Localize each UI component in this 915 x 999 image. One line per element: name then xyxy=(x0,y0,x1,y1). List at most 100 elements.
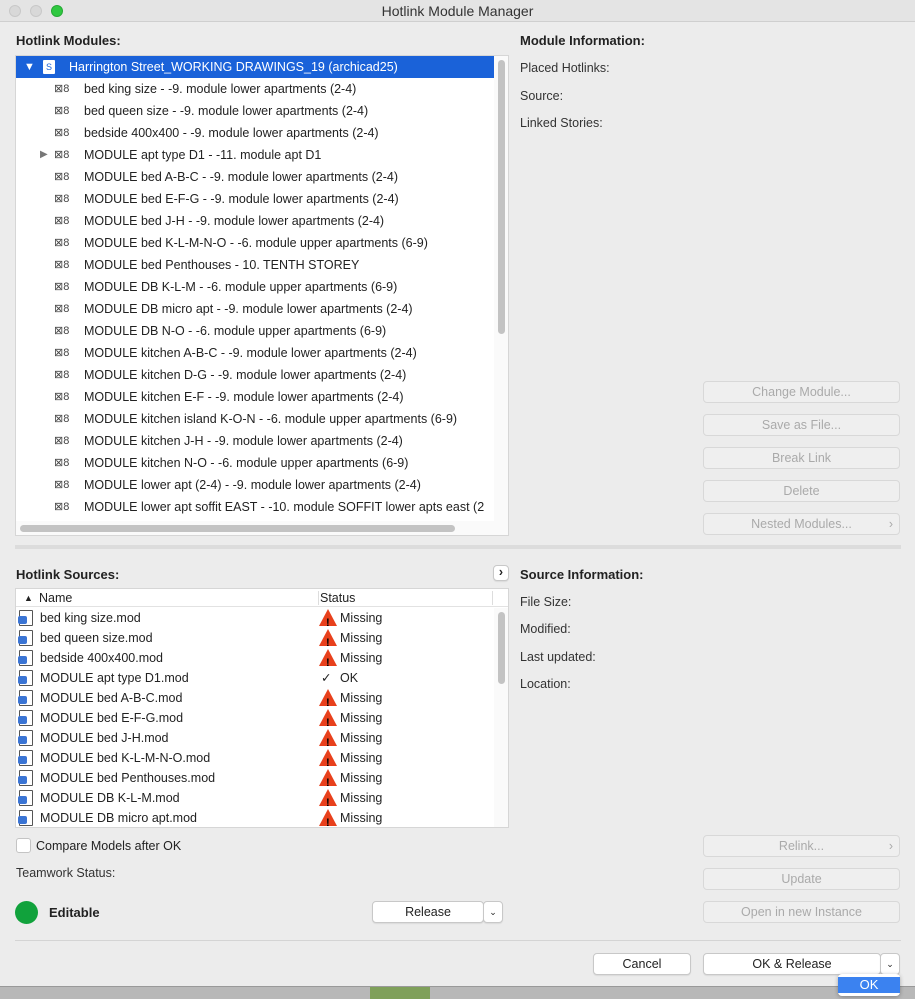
change-module-button[interactable]: Change Module... xyxy=(703,381,900,403)
module-item[interactable]: ⊠8 MODULE lower apt (2-4) - -9. module lo… xyxy=(16,474,494,496)
source-row[interactable]: bed queen size.mod! Missing xyxy=(16,628,494,649)
ok-menu-button[interactable]: ⌄ xyxy=(880,953,900,975)
module-icon: ⊠8 xyxy=(54,325,70,337)
ok-release-button[interactable]: OK & Release xyxy=(703,953,881,975)
cancel-button[interactable]: Cancel xyxy=(593,953,691,975)
horizontal-scrollbar[interactable] xyxy=(16,521,508,535)
divider xyxy=(15,940,901,941)
module-icon: ⊠8 xyxy=(54,105,70,117)
relink-button[interactable]: Relink... › xyxy=(703,835,900,857)
module-item[interactable]: ⊠8 bed king size - -9. module lower apart… xyxy=(16,78,494,100)
column-name[interactable]: Name xyxy=(39,589,72,607)
module-icon: ⊠8 xyxy=(54,83,70,95)
table-header: ▲ Name Status xyxy=(16,589,508,607)
window-title: Hotlink Module Manager xyxy=(381,3,534,19)
last-updated-label: Last updated: xyxy=(520,650,596,664)
chevron-right-icon: › xyxy=(888,517,893,531)
source-row[interactable]: bedside 400x400.mod! Missing xyxy=(16,648,494,669)
module-icon: ⊠8 xyxy=(54,281,70,293)
module-item[interactable]: ⊠8 MODULE kitchen E-F - -9. module lower … xyxy=(16,386,494,408)
module-icon: ⊠8 xyxy=(54,479,70,491)
source-row[interactable]: MODULE DB micro apt.mod! Missing xyxy=(16,808,494,827)
chevron-down-icon: ⌄ xyxy=(489,907,497,917)
release-button[interactable]: Release xyxy=(372,901,484,923)
module-icon: ⊠8 xyxy=(54,193,70,205)
module-item[interactable]: ⊠8 bed queen size - -9. module lower apar… xyxy=(16,100,494,122)
source-row[interactable]: MODULE apt type D1.mod ✓ OK xyxy=(16,668,494,688)
module-icon: ⊠8 xyxy=(54,369,70,381)
module-label: bed queen size - -9. module lower apartm… xyxy=(84,104,369,118)
warning-icon: ! xyxy=(319,709,337,729)
source-row[interactable]: MODULE bed E-F-G.mod! Missing xyxy=(16,708,494,729)
module-icon: ⊠8 xyxy=(54,259,70,271)
module-item[interactable]: ▶ ⊠8 MODULE apt type D1 - -11. module apt … xyxy=(16,144,494,166)
splitter[interactable] xyxy=(15,545,901,549)
release-menu-button[interactable]: ⌄ xyxy=(483,901,503,923)
sources-scrollbar[interactable] xyxy=(494,608,508,827)
save-as-file-button[interactable]: Save as File... xyxy=(703,414,900,436)
module-item[interactable]: ⊠8 MODULE DB micro apt - -9. module lower… xyxy=(16,298,494,320)
module-item[interactable]: ⊠8 MODULE lower apt soffit EAST - -10. mo… xyxy=(16,496,494,518)
project-file-icon: S xyxy=(43,60,55,74)
source-row[interactable]: MODULE bed A-B-C.mod! Missing xyxy=(16,688,494,709)
module-item[interactable]: ⊠8 MODULE bed A-B-C - -9. module lower ap… xyxy=(16,166,494,188)
warning-icon: ! xyxy=(319,769,337,789)
source-name: MODULE DB K-L-M.mod xyxy=(40,791,180,805)
delete-button[interactable]: Delete xyxy=(703,480,900,502)
module-item[interactable]: ⊠8 MODULE kitchen D-G - -9. module lower … xyxy=(16,364,494,386)
module-item[interactable]: ⊠8 MODULE kitchen island K-O-N - -6. modu… xyxy=(16,408,494,430)
source-row[interactable]: MODULE bed K-L-M-N-O.mod! Missing xyxy=(16,748,494,769)
source-info-title: Source Information: xyxy=(520,567,644,582)
module-label: MODULE kitchen N-O - -6. module upper ap… xyxy=(84,456,409,470)
source-row[interactable]: MODULE bed Penthouses.mod! Missing xyxy=(16,768,494,789)
module-item[interactable]: ⊠8 MODULE bed K-L-M-N-O - -6. module uppe… xyxy=(16,232,494,254)
source-name: bedside 400x400.mod xyxy=(40,651,164,665)
module-item[interactable]: ⊠8 MODULE bed Penthouses - 10. TENTH STOR… xyxy=(16,254,494,276)
update-button[interactable]: Update xyxy=(703,868,900,890)
expand-sources-button[interactable]: › xyxy=(493,565,509,581)
source-name: MODULE bed A-B-C.mod xyxy=(40,691,183,705)
module-item[interactable]: ⊠8 MODULE kitchen J-H - -9. module lower … xyxy=(16,430,494,452)
popup-ok-item[interactable]: OK xyxy=(838,977,900,993)
module-label: MODULE DB N-O - -6. module upper apartme… xyxy=(84,324,387,338)
dialog-window: Hotlink Module Manager Hotlink Modules: … xyxy=(0,0,915,987)
warning-icon: ! xyxy=(319,609,337,629)
module-item[interactable]: ⊠8 MODULE bed J-H - -9. module lower apar… xyxy=(16,210,494,232)
module-label: MODULE kitchen J-H - -9. module lower ap… xyxy=(84,434,403,448)
disclosure-down-icon[interactable]: ▼ xyxy=(24,56,35,78)
module-icon: ⊠8 xyxy=(54,215,70,227)
module-label: MODULE kitchen A-B-C - -9. module lower … xyxy=(84,346,417,360)
source-row[interactable]: MODULE bed J-H.mod! Missing xyxy=(16,728,494,749)
warning-icon: ! xyxy=(319,789,337,809)
column-status[interactable]: Status xyxy=(320,589,355,607)
minimize-button[interactable] xyxy=(30,5,42,17)
title-bar: Hotlink Module Manager xyxy=(0,0,915,22)
module-file-icon xyxy=(18,610,33,626)
nested-modules-button[interactable]: Nested Modules... › xyxy=(703,513,900,535)
compare-checkbox[interactable] xyxy=(16,838,31,853)
break-link-button[interactable]: Break Link xyxy=(703,447,900,469)
open-new-instance-button[interactable]: Open in new Instance xyxy=(703,901,900,923)
module-item[interactable]: ⊠8 MODULE kitchen A-B-C - -9. module lowe… xyxy=(16,342,494,364)
tree-root[interactable]: ▼ S Harrington Street_WORKING DRAWINGS_1… xyxy=(16,56,494,78)
module-item[interactable]: ⊠8 MODULE DB K-L-M - -6. module upper apa… xyxy=(16,276,494,298)
module-item[interactable]: ⊠8 MODULE bed E-F-G - -9. module lower ap… xyxy=(16,188,494,210)
module-icon: ⊠8 xyxy=(54,303,70,315)
disclosure-right-icon[interactable]: ▶ xyxy=(40,144,48,166)
sort-ascending-icon[interactable]: ▲ xyxy=(24,589,33,607)
source-status: OK xyxy=(340,671,359,685)
source-name: MODULE bed K-L-M-N-O.mod xyxy=(40,751,211,765)
vertical-scrollbar[interactable] xyxy=(494,56,508,521)
source-row[interactable]: bed king size.mod! Missing xyxy=(16,608,494,629)
source-row[interactable]: MODULE DB K-L-M.mod! Missing xyxy=(16,788,494,809)
module-item[interactable]: ⊠8 bedside 400x400 - -9. module lower apa… xyxy=(16,122,494,144)
module-file-icon xyxy=(18,710,33,726)
zoom-button[interactable] xyxy=(51,5,63,17)
source-status: Missing xyxy=(340,811,383,825)
module-label: MODULE kitchen E-F - -9. module lower ap… xyxy=(84,390,404,404)
close-button[interactable] xyxy=(9,5,21,17)
module-icon: ⊠8 xyxy=(54,413,70,425)
module-item[interactable]: ⊠8 MODULE DB N-O - -6. module upper apart… xyxy=(16,320,494,342)
module-item[interactable]: ⊠8 MODULE kitchen N-O - -6. module upper … xyxy=(16,452,494,474)
module-icon: ⊠8 xyxy=(54,347,70,359)
